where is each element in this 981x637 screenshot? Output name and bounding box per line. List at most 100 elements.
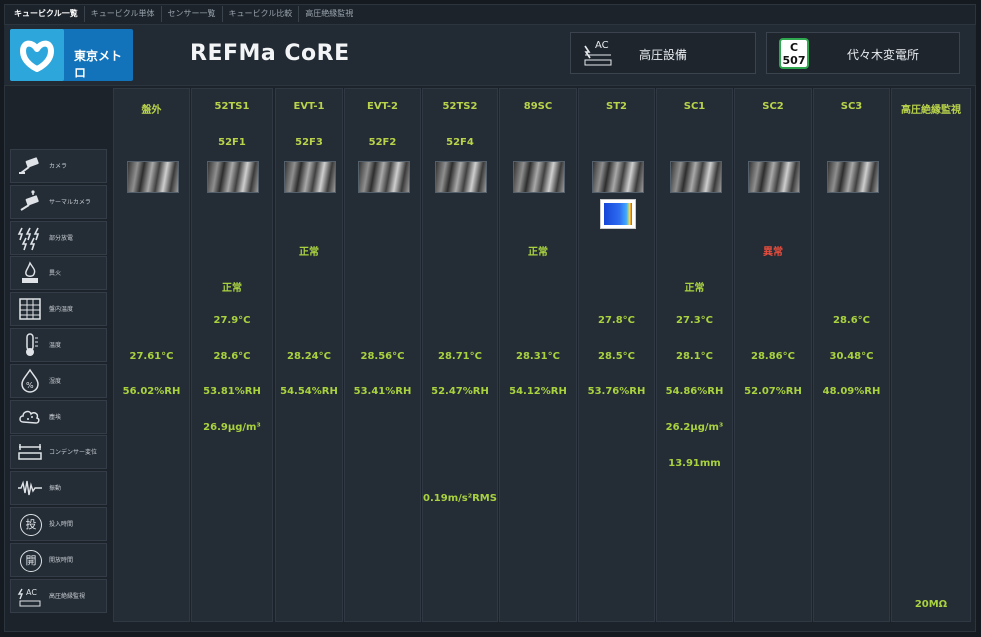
- sensor-row-fire[interactable]: 異火: [10, 256, 107, 290]
- humidity-value: 53.41%RH: [353, 386, 412, 397]
- header-bar: 東京メトロ REFMa CoRE AC 高圧設備 C 507 代々木変電所: [4, 24, 976, 86]
- tab-cubicle-single[interactable]: キュービクル単体: [85, 6, 162, 22]
- camera-thumbnail[interactable]: [670, 161, 722, 193]
- app-title: REFMa CoRE: [190, 41, 350, 66]
- sensor-row-label: 湿度: [49, 378, 62, 385]
- sensor-row-label: 部分放電: [49, 235, 74, 242]
- sensor-row-partial-discharge[interactable]: 部分放電: [10, 221, 107, 255]
- partial-discharge-icon: [17, 225, 43, 251]
- capacitor-displacement-icon: [17, 439, 43, 465]
- sensor-row-label: 高圧絶縁監視: [49, 593, 86, 600]
- camera-thumbnail[interactable]: [358, 161, 410, 193]
- station-name: 代々木変電所: [846, 48, 919, 62]
- humidity-value: 56.02%RH: [122, 386, 181, 397]
- sensor-row-label: 塵埃: [49, 414, 62, 421]
- sensor-row-capacitor-displacement[interactable]: コンデンサー変位: [10, 435, 107, 469]
- sensor-row-label: 振動: [49, 485, 62, 492]
- camera-thumbnail[interactable]: [748, 161, 800, 193]
- cubicle-name: 89SC: [523, 101, 553, 112]
- tab-cubicle-list[interactable]: キュービクル一覧: [8, 6, 85, 22]
- panel-temperature-value: 27.9°C: [213, 315, 251, 326]
- tab-cubicle-compare[interactable]: キュービクル比較: [223, 6, 300, 22]
- arc-status: 正常: [684, 283, 705, 294]
- svg-text:%: %: [26, 381, 34, 390]
- sensor-row-humidity[interactable]: % 湿度: [10, 364, 107, 398]
- close-time-icon: 投: [20, 514, 42, 536]
- partial-discharge-status: 正常: [299, 247, 319, 258]
- temperature-value: 28.86°C: [751, 351, 795, 362]
- sensor-row-panel-temperature[interactable]: 盤内温度: [10, 292, 107, 326]
- open-time-icon: 開: [20, 550, 42, 572]
- sensor-row-camera[interactable]: カメラ: [10, 149, 107, 183]
- camera-thumbnail[interactable]: [513, 161, 565, 193]
- insulation-monitor-icon: AC: [17, 583, 43, 609]
- camera-thumbnail[interactable]: [284, 161, 336, 193]
- partial-discharge-status: 正常: [528, 247, 548, 258]
- camera-thumbnail[interactable]: [827, 161, 879, 193]
- cubicle-column[interactable]: 盤外 27.61°C 56.02%RH: [113, 88, 190, 622]
- equipment-selector[interactable]: AC 高圧設備: [570, 32, 756, 74]
- temperature-value: 28.1°C: [675, 351, 713, 362]
- sensor-row-thermometer[interactable]: 温度: [10, 328, 107, 362]
- cubicle-subname: 52F4: [446, 137, 474, 148]
- sensor-row-close-time[interactable]: 投投入時間: [10, 507, 107, 541]
- cubicle-subname: 52F2: [368, 137, 397, 148]
- cubicle-name: 52TS1: [214, 101, 250, 112]
- humidity-value: 54.54%RH: [280, 386, 338, 397]
- panel-temperature-value: 28.6°C: [832, 315, 870, 326]
- camera-thumbnail[interactable]: [127, 161, 179, 193]
- sensor-row-vibration[interactable]: 振動: [10, 471, 107, 505]
- cubicle-column[interactable]: 89SC 正常 28.31°C 54.12%RH: [499, 88, 577, 622]
- cubicle-column[interactable]: EVT-1 52F3 正常 28.24°C 54.54%RH: [275, 88, 343, 622]
- partial-discharge-status: 異常: [763, 247, 783, 258]
- tokyo-metro-logo[interactable]: 東京メトロ: [10, 29, 133, 81]
- thermal-thumbnail[interactable]: [600, 199, 636, 229]
- cubicle-name: SC3: [840, 101, 863, 112]
- camera-thumbnail[interactable]: [592, 161, 644, 193]
- humidity-value: 52.47%RH: [431, 386, 489, 397]
- camera-thumbnail[interactable]: [207, 161, 259, 193]
- humidity-value: 48.09%RH: [822, 386, 881, 397]
- cubicle-name: 盤外: [141, 105, 162, 116]
- temperature-value: 28.24°C: [287, 351, 331, 362]
- cubicle-column[interactable]: EVT-2 52F2 28.56°C 53.41%RH: [344, 88, 421, 622]
- humidity-value: 53.76%RH: [587, 386, 646, 397]
- temperature-value: 30.48°C: [829, 351, 874, 362]
- station-selector[interactable]: C 507 代々木変電所: [766, 32, 960, 74]
- thermometer-icon: [17, 332, 43, 358]
- station-code-number: 507: [782, 54, 806, 67]
- humidity-value: 54.86%RH: [665, 386, 724, 397]
- temperature-value: 28.31°C: [516, 351, 560, 362]
- station-code-badge: C 507: [779, 38, 809, 69]
- temperature-value: 28.5°C: [597, 351, 635, 362]
- camera-thumbnail[interactable]: [435, 161, 487, 193]
- sensor-row-insulation-monitor[interactable]: AC 高圧絶縁監視: [10, 579, 107, 613]
- cubicle-column[interactable]: 52TS1 52F1 正常 27.9°C 28.6°C 53.81%RH 26.9μg/m³: [191, 88, 273, 622]
- sensor-row-thermal-camera[interactable]: サーマルカメラ: [10, 185, 107, 219]
- cubicle-column[interactable]: 52TS2 52F4 28.71°C 52.47%RH 0.19m/s²RMS: [422, 88, 498, 622]
- sensor-row-label: 温度: [49, 342, 62, 349]
- cubicle-column[interactable]: ST2 27.8°C 28.5°C 53.76%RH: [578, 88, 655, 622]
- cubicle-column[interactable]: 高圧絶縁監視 20MΩ: [891, 88, 971, 622]
- temperature-value: 27.61°C: [129, 351, 174, 362]
- logo-text: 東京メトロ: [74, 49, 123, 80]
- panel-temperature-icon: [17, 296, 43, 322]
- sensor-row-label: コンデンサー変位: [49, 449, 98, 456]
- tab-insulation-monitor[interactable]: 高圧絶縁監視: [299, 6, 359, 22]
- camera-icon: [17, 153, 43, 179]
- cubicle-column[interactable]: SC3 28.6°C 30.48°C 48.09%RH: [813, 88, 890, 622]
- temperature-value: 28.56°C: [360, 351, 405, 362]
- sensor-row-dust[interactable]: 塵埃: [10, 400, 107, 434]
- cubicle-column[interactable]: SC1 正常 27.3°C 28.1°C 54.86%RH 26.2μg/m³ 13.91m…: [656, 88, 733, 622]
- cubicle-subname: 52F3: [295, 137, 323, 148]
- tab-sensor-list[interactable]: センサー一覧: [162, 6, 223, 22]
- cubicle-column[interactable]: SC2 異常 28.86°C 52.07%RH: [734, 88, 812, 622]
- vibration-icon: [17, 475, 43, 501]
- sensor-row-label: 投入時間: [49, 521, 74, 528]
- cubicle-name: ST2: [606, 101, 627, 112]
- vibration-value: 0.19m/s²RMS: [423, 493, 497, 504]
- temperature-value: 28.71°C: [438, 351, 482, 362]
- sensor-row-open-time[interactable]: 開開放時間: [10, 543, 107, 577]
- fire-icon: [17, 260, 43, 286]
- displacement-value: 13.91mm: [668, 458, 721, 469]
